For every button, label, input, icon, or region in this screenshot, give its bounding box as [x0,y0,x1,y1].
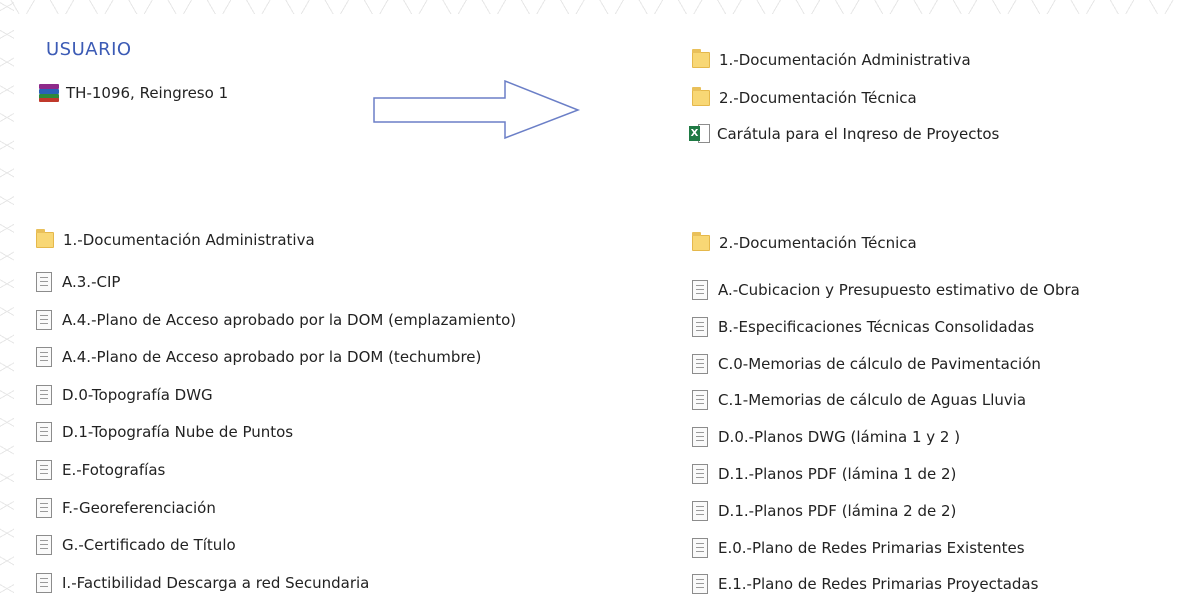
user-heading: USUARIO [46,39,132,60]
file-item-label: G.-Certificado de Título [62,536,236,555]
document-file-icon [36,384,52,405]
file-item[interactable]: E.-Fotografías [36,460,165,480]
document-file-icon [36,422,52,443]
file-item-label: E.1.-Plano de Redes Primarias Proyectada… [718,575,1039,594]
file-item-label: D.1-Topografía Nube de Puntos [62,423,294,442]
file-item-label: A.4.-Plano de Acceso aprobado por la DOM… [62,348,482,367]
file-item[interactable]: A.4.-Plano de Acceso aprobado por la DOM… [36,309,517,330]
file-item[interactable]: C.1-Memorias de cálculo de Aguas Lluvia [692,390,1027,411]
document-file-icon [692,390,708,411]
user-archive-file[interactable]: TH-1096, Reingreso 1 [38,83,228,103]
result-folder-admin[interactable]: 1.-Documentación Administrativa [692,49,971,69]
document-file-icon [36,347,52,368]
user-archive-label: TH-1096, Reingreso 1 [66,84,229,102]
excel-file-icon: X [689,124,711,144]
file-item-label: I.-Factibilidad Descarga a red Secundari… [62,573,370,592]
file-item-label: C.1-Memorias de cálculo de Aguas Lluvia [718,391,1027,410]
file-item-label: A.3.-CIP [62,273,121,291]
result-folder-tech[interactable]: 2.-Documentación Técnica [692,87,917,107]
result-item-label: Carátula para el Inqreso de Proyectos [717,125,1000,143]
folder-icon [692,87,710,106]
file-item-label: C.0-Memorias de cálculo de Pavimentación [718,354,1041,373]
document-file-icon [692,500,708,521]
file-item-label: D.0.-Planos DWG (lámina 1 y 2 ) [718,428,961,447]
admin-folder-header[interactable]: 1.-Documentación Administrativa [36,229,315,249]
file-item-label: D.1.-Planos PDF (lámina 1 de 2) [718,465,957,483]
file-item-label: A.-Cubicacion y Presupuesto estimativo d… [718,281,1080,299]
file-item[interactable]: A.4.-Plano de Acceso aprobado por la DOM… [36,347,482,368]
result-item-label: 1.-Documentación Administrativa [719,51,971,69]
admin-folder-label: 1.-Documentación Administrativa [63,231,315,249]
file-item[interactable]: D.0-Topografía DWG [36,384,213,405]
result-excel-file[interactable]: X Carátula para el Inqreso de Proyectos [689,124,999,144]
document-file-icon [692,574,708,595]
winrar-archive-icon [38,83,60,103]
file-item[interactable]: C.0-Memorias de cálculo de Pavimentación [692,353,1041,374]
document-file-icon [36,572,52,593]
file-item[interactable]: D.1-Topografía Nube de Puntos [36,422,294,443]
file-item[interactable]: F.-Georeferenciación [36,497,216,518]
file-item[interactable]: A.-Cubicacion y Presupuesto estimativo d… [692,280,1080,300]
file-item[interactable]: D.1.-Planos PDF (lámina 2 de 2) [692,500,957,521]
file-item[interactable]: G.-Certificado de Título [36,535,236,556]
file-item-label: D.0-Topografía DWG [62,385,213,404]
folder-icon [36,229,54,248]
document-file-icon [36,272,52,292]
document-file-icon [692,280,708,300]
folder-icon [692,232,710,251]
document-file-icon [36,460,52,480]
file-item[interactable]: A.3.-CIP [36,272,120,292]
file-item-label: A.4.-Plano de Acceso aprobado por la DOM… [62,310,517,329]
document-file-icon [692,353,708,374]
document-file-icon [36,535,52,556]
file-item[interactable]: D.1.-Planos PDF (lámina 1 de 2) [692,464,956,484]
file-item[interactable]: E.0.-Plano de Redes Primarias Existentes [692,537,1025,558]
file-item-label: E.0.-Plano de Redes Primarias Existentes [718,538,1025,557]
result-item-label: 2.-Documentación Técnica [719,89,917,107]
file-item-label: E.-Fotografías [62,461,166,479]
document-file-icon [692,316,708,337]
document-file-icon [692,427,708,448]
file-item[interactable]: B.-Especificaciones Técnicas Consolidada… [692,316,1035,337]
tech-folder-header[interactable]: 2.-Documentación Técnica [692,232,917,252]
tech-folder-label: 2.-Documentación Técnica [719,234,917,252]
right-arrow-icon [373,80,581,140]
document-file-icon [36,497,52,518]
decorative-border-top [0,0,1184,14]
document-file-icon [692,537,708,558]
document-file-icon [692,464,708,484]
decorative-border-left [0,0,14,599]
folder-icon [692,49,710,68]
file-item[interactable]: D.0.-Planos DWG (lámina 1 y 2 ) [692,427,961,448]
file-item[interactable]: I.-Factibilidad Descarga a red Secundari… [36,572,370,593]
document-file-icon [36,309,52,330]
file-item-label: D.1.-Planos PDF (lámina 2 de 2) [718,501,957,520]
file-item[interactable]: E.1.-Plano de Redes Primarias Proyectada… [692,574,1039,595]
file-item-label: B.-Especificaciones Técnicas Consolidada… [718,317,1035,336]
file-item-label: F.-Georeferenciación [62,498,216,517]
